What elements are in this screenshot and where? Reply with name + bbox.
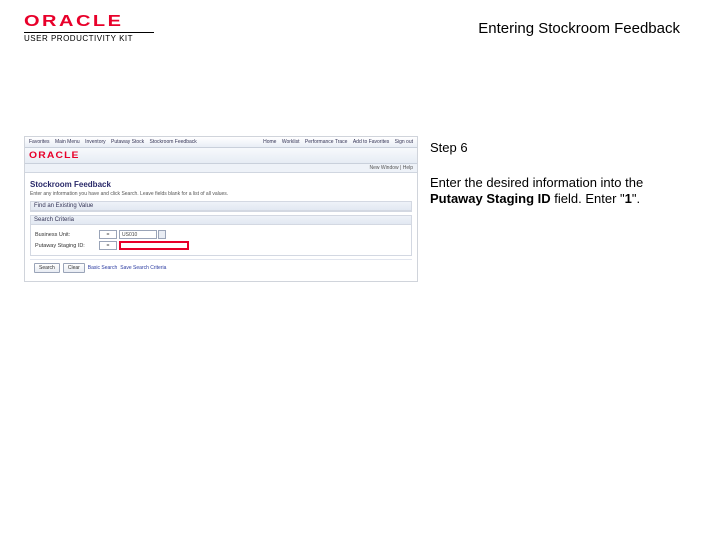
app-page-title: Stockroom Feedback [30, 180, 412, 189]
business-unit-label: Business Unit: [35, 232, 99, 238]
app-subbar: New Window | Help [25, 164, 417, 173]
brand-subtitle: USER PRODUCTIVITY KIT [24, 34, 154, 43]
signout-link[interactable]: Sign out [395, 139, 413, 145]
global-actions: Home Worklist Performance Trace Add to F… [259, 139, 413, 145]
app-topbar: Favorites Main Menu Inventory Putaway St… [25, 137, 417, 148]
oracle-logo: ORACLE [24, 14, 187, 30]
putaway-id-op[interactable]: = [99, 241, 117, 250]
criteria-section-header: Search Criteria [31, 216, 411, 225]
add-favorites-link[interactable]: Add to Favorites [353, 139, 389, 145]
find-section: Find an Existing Value [30, 201, 412, 212]
save-criteria-link[interactable]: Save Search Criteria [120, 265, 166, 271]
lookup-icon[interactable] [158, 230, 166, 239]
button-bar: Search Clear Basic Search Save Search Cr… [30, 259, 412, 277]
perf-trace-link[interactable]: Performance Trace [305, 139, 348, 145]
business-unit-op[interactable]: = [99, 230, 117, 239]
app-oracle-logo: ORACLE [29, 150, 80, 160]
app-brandrow: ORACLE [25, 148, 417, 164]
brand-block: ORACLE USER PRODUCTIVITY KIT [24, 14, 154, 43]
app-hint: Enter any information you have and click… [30, 191, 412, 197]
crumb-item[interactable]: Putaway Stock [111, 139, 144, 145]
business-unit-row: Business Unit: = US010 [35, 230, 407, 239]
search-button[interactable]: Search [34, 263, 60, 273]
criteria-section: Search Criteria Business Unit: = US010 P… [30, 215, 412, 256]
crumb-item[interactable]: Stockroom Feedback [150, 139, 197, 145]
home-link[interactable]: Home [263, 139, 276, 145]
instruction-field-name: Putaway Staging ID [430, 191, 551, 206]
brand-rule [24, 32, 154, 33]
business-unit-field[interactable]: US010 [119, 230, 157, 239]
step-instruction: Enter the desired information into the P… [430, 175, 675, 208]
basic-search-link[interactable]: Basic Search [88, 265, 117, 271]
clear-button[interactable]: Clear [63, 263, 85, 273]
instruction-part1: Enter the desired information into the [430, 175, 643, 190]
breadcrumb: Favorites Main Menu Inventory Putaway St… [29, 139, 201, 145]
step-label: Step 6 [430, 140, 468, 155]
find-section-header: Find an Existing Value [31, 202, 411, 211]
page-title: Entering Stockroom Feedback [478, 20, 680, 37]
crumb-item[interactable]: Main Menu [55, 139, 80, 145]
putaway-staging-id-field[interactable] [119, 241, 189, 250]
embedded-app-screenshot: Favorites Main Menu Inventory Putaway St… [24, 136, 418, 282]
instruction-value: 1 [625, 191, 632, 206]
crumb-item[interactable]: Inventory [85, 139, 106, 145]
instruction-part2: field. Enter " [551, 191, 625, 206]
crumb-item[interactable]: Favorites [29, 139, 50, 145]
app-body: Stockroom Feedback Enter any information… [25, 173, 417, 281]
putaway-id-label: Putaway Staging ID: [35, 243, 99, 249]
worklist-link[interactable]: Worklist [282, 139, 300, 145]
instruction-part3: ". [632, 191, 640, 206]
putaway-staging-id-row: Putaway Staging ID: = [35, 241, 407, 250]
